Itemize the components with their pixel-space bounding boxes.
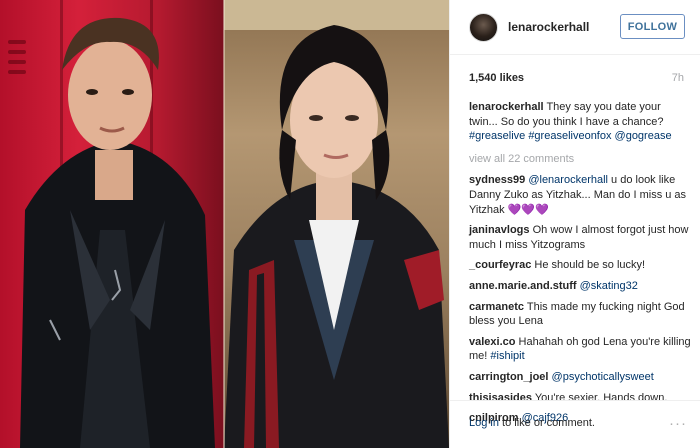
view-all-comments-link[interactable]: view all 22 comments: [469, 152, 691, 167]
person-varsity-jacket-right: [224, 0, 449, 448]
comment-row: sydness99 @lenarockerhall u do look like…: [469, 173, 691, 217]
post-photo[interactable]: [0, 0, 449, 448]
comment-text: He should be so lucky!: [531, 259, 646, 272]
comment-username[interactable]: carrington_joel: [469, 371, 548, 383]
caption-hashtags[interactable]: #greaselive #greaseliveonfox @gogrease: [469, 130, 672, 142]
comments-list: lenarockerhall They say you date your tw…: [469, 100, 691, 432]
post-header: lenarockerhall FOLLOW: [450, 0, 700, 55]
comment-username[interactable]: janinavlogs: [469, 224, 530, 236]
photo-left-panel: [0, 0, 224, 448]
login-link[interactable]: Log in: [469, 417, 499, 429]
comment-row: janinavlogs Oh wow I almost forgot just …: [469, 223, 691, 252]
photo-right-panel: [224, 0, 449, 448]
caption: lenarockerhall They say you date your tw…: [469, 100, 691, 144]
post-sidebar: lenarockerhall FOLLOW 1,540 likes 7h len…: [449, 0, 700, 448]
comment-username[interactable]: anne.marie.and.stuff: [469, 280, 577, 292]
comment-username[interactable]: sydness99: [469, 174, 525, 186]
comment-hashtag[interactable]: #ishipit: [490, 350, 524, 362]
post-username[interactable]: lenarockerhall: [508, 20, 589, 34]
comment-row: carmanetc This made my fucking night God…: [469, 300, 691, 329]
comment-row: carrington_joel @psychoticallysweet: [469, 370, 691, 385]
comment-row: valexi.co Hahahah oh god Lena you're kil…: [469, 335, 691, 364]
follow-button[interactable]: FOLLOW: [620, 14, 685, 39]
comment-username[interactable]: carmanetc: [469, 301, 524, 313]
comment-row: anne.marie.and.stuff @skating32: [469, 279, 691, 294]
comment-username[interactable]: _courfeyrac: [469, 259, 531, 271]
post-timestamp[interactable]: 7h: [672, 72, 684, 84]
comment-username[interactable]: valexi.co: [469, 336, 515, 348]
photo-divider: [223, 0, 225, 448]
comment-mention[interactable]: @lenarockerhall: [528, 174, 608, 186]
caption-username[interactable]: lenarockerhall: [469, 101, 544, 113]
more-options-icon[interactable]: ···: [669, 415, 687, 432]
comment-mention[interactable]: @psychoticallysweet: [552, 371, 654, 383]
comment-mention[interactable]: @skating32: [580, 280, 638, 292]
comment-row: _courfeyrac He should be so lucky!: [469, 258, 691, 273]
login-prompt-text: to like or comment.: [498, 417, 595, 429]
post-footer: Log in to like or comment. ···: [450, 400, 700, 448]
profile-avatar[interactable]: [469, 13, 498, 42]
person-leather-jacket-left: [20, 17, 215, 448]
likes-count[interactable]: 1,540 likes: [469, 72, 524, 84]
login-prompt: Log in to like or comment.: [469, 417, 595, 429]
